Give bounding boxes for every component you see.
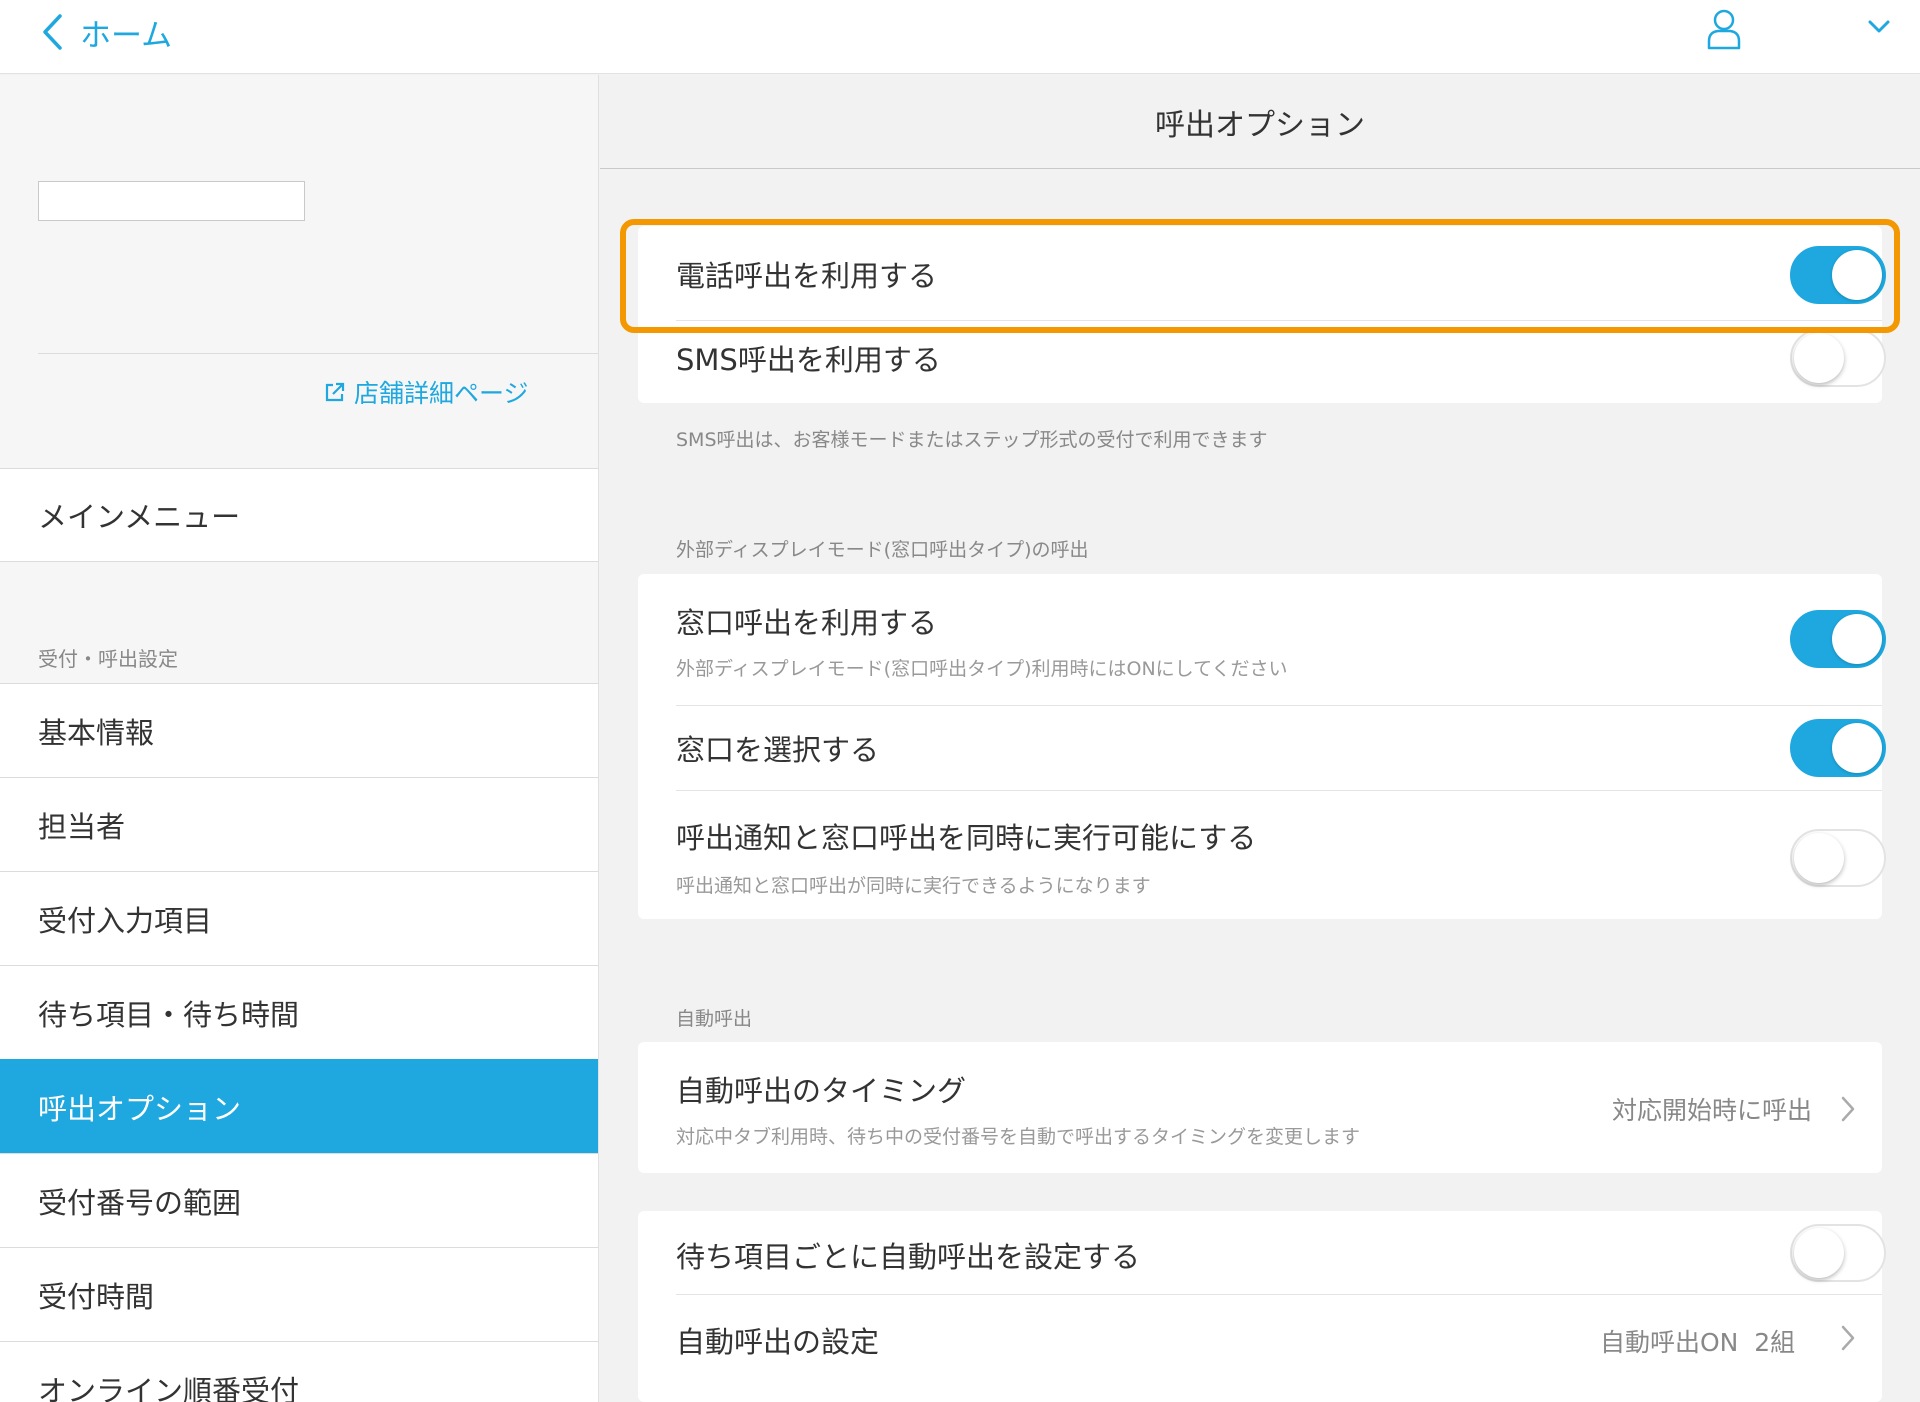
store-name-box — [38, 181, 305, 221]
simultaneous-call-row: 呼出通知と窓口呼出を同時に実行可能にする 呼出通知と窓口呼出が同時に実行できるよ… — [638, 791, 1886, 919]
sidebar: 店舗詳細ページ メインメニュー 受付・呼出設定 基本情報 担当者 受付入力項目 … — [0, 75, 599, 1402]
auto-timing-card[interactable]: 自動呼出のタイミング 対応中タブ利用時、待ち中の受付番号を自動で呼出するタイミン… — [638, 1042, 1882, 1173]
window-call-description: 外部ディスプレイモード(窓口呼出タイプ)利用時にはONにしてください — [676, 658, 1288, 680]
per-item-auto-label: 待ち項目ごとに自動呼出を設定する — [676, 1240, 1141, 1274]
sms-call-label: SMS呼出を利用する — [676, 343, 941, 377]
sidebar-item-label: 受付入力項目 — [38, 903, 213, 938]
window-select-label: 窓口を選択する — [676, 733, 880, 767]
auto-settings-label: 自動呼出の設定 — [676, 1325, 880, 1359]
per-item-auto-toggle[interactable] — [1790, 1224, 1886, 1282]
page-title: 呼出オプション — [600, 75, 1920, 169]
sidebar-item-label: 担当者 — [38, 809, 126, 844]
toggle-knob — [1832, 250, 1882, 300]
window-select-toggle[interactable] — [1790, 719, 1886, 777]
window-call-card: 窓口呼出を利用する 外部ディスプレイモード(窓口呼出タイプ)利用時にはONにして… — [638, 574, 1886, 919]
top-bar: ホーム — [0, 0, 1920, 74]
call-method-card: 電話呼出を利用する SMS呼出を利用する — [638, 226, 1886, 403]
window-call-toggle[interactable] — [1790, 610, 1886, 668]
sms-call-row: SMS呼出を利用する — [638, 321, 1886, 403]
sidebar-item-reception-fields[interactable]: 受付入力項目 — [0, 871, 598, 965]
window-call-label: 窓口呼出を利用する — [676, 606, 938, 640]
sidebar-item-label: 呼出オプション — [38, 1091, 242, 1126]
sidebar-item-label: オンライン順番受付 — [38, 1373, 300, 1402]
simultaneous-call-description: 呼出通知と窓口呼出が同時に実行できるようになります — [676, 875, 1151, 897]
main-menu-item[interactable]: メインメニュー — [0, 468, 598, 562]
toggle-knob — [1794, 333, 1844, 383]
auto-timing-label: 自動呼出のタイミング — [676, 1074, 967, 1108]
simultaneous-call-label: 呼出通知と窓口呼出を同時に実行可能にする — [676, 821, 1257, 855]
per-item-auto-row: 待ち項目ごとに自動呼出を設定する — [638, 1211, 1886, 1294]
sidebar-item-basic-info[interactable]: 基本情報 — [0, 683, 598, 777]
phone-call-toggle[interactable] — [1790, 246, 1886, 304]
chevron-right-icon — [1841, 1325, 1855, 1351]
toggle-knob — [1794, 1228, 1844, 1278]
sidebar-item-wait-items[interactable]: 待ち項目・待ち時間 — [0, 965, 598, 1059]
toggle-knob — [1794, 833, 1844, 883]
main-content: 呼出オプション 電話呼出を利用する SMS呼出を利用する SMS呼出は、お客様モ… — [600, 75, 1920, 1402]
phone-call-row: 電話呼出を利用する — [638, 226, 1886, 320]
chevron-right-icon — [1841, 1096, 1855, 1122]
sidebar-item-reception-hours[interactable]: 受付時間 — [0, 1247, 598, 1341]
sidebar-item-online-queue[interactable]: オンライン順番受付 — [0, 1341, 598, 1402]
external-link-icon — [325, 382, 345, 402]
sidebar-item-number-range[interactable]: 受付番号の範囲 — [0, 1153, 598, 1247]
sidebar-item-call-options[interactable]: 呼出オプション — [0, 1059, 598, 1153]
chevron-left-icon — [43, 14, 62, 50]
simultaneous-call-toggle[interactable] — [1790, 829, 1886, 887]
settings-menu: 基本情報 担当者 受付入力項目 待ち項目・待ち時間 呼出オプション 受付番号の範… — [0, 683, 598, 1402]
chevron-down-icon[interactable] — [1866, 16, 1892, 38]
section-caption: 受付・呼出設定 — [38, 647, 178, 671]
store-detail-label: 店舗詳細ページ — [354, 379, 529, 408]
toggle-knob — [1832, 723, 1882, 773]
sidebar-item-label: 受付番号の範囲 — [38, 1185, 242, 1220]
sms-note: SMS呼出は、お客様モードまたはステップ形式の受付で利用できます — [676, 429, 1268, 451]
divider — [38, 353, 598, 354]
store-detail-link[interactable]: 店舗詳細ページ — [324, 375, 529, 409]
toggle-knob — [1832, 614, 1882, 664]
sidebar-item-staff[interactable]: 担当者 — [0, 777, 598, 871]
auto-call-caption: 自動呼出 — [676, 1008, 753, 1030]
sidebar-item-label: 待ち項目・待ち時間 — [38, 997, 300, 1032]
auto-settings-value: 自動呼出ON 2組 — [1600, 1328, 1796, 1357]
auto-settings-row[interactable]: 自動呼出の設定 自動呼出ON 2組 — [638, 1295, 1882, 1381]
window-call-row: 窓口呼出を利用する 外部ディスプレイモード(窓口呼出タイプ)利用時にはONにして… — [638, 574, 1886, 705]
back-label: ホーム — [80, 17, 173, 54]
sidebar-item-label: 基本情報 — [38, 715, 155, 750]
auto-timing-description: 対応中タブ利用時、待ち中の受付番号を自動で呼出するタイミングを変更します — [676, 1126, 1361, 1148]
external-display-caption: 外部ディスプレイモード(窓口呼出タイプ)の呼出 — [676, 539, 1089, 561]
main-menu-label: メインメニュー — [38, 500, 241, 534]
auto-settings-card: 待ち項目ごとに自動呼出を設定する 自動呼出の設定 自動呼出ON 2組 — [638, 1211, 1886, 1402]
sidebar-item-label: 受付時間 — [38, 1279, 155, 1314]
auto-timing-value: 対応開始時に呼出 — [1612, 1096, 1813, 1125]
sms-call-toggle[interactable] — [1790, 329, 1886, 387]
back-button[interactable]: ホーム — [40, 8, 172, 56]
user-icon[interactable] — [1706, 8, 1742, 50]
window-select-row: 窓口を選択する — [638, 706, 1886, 790]
phone-call-label: 電話呼出を利用する — [676, 259, 938, 293]
